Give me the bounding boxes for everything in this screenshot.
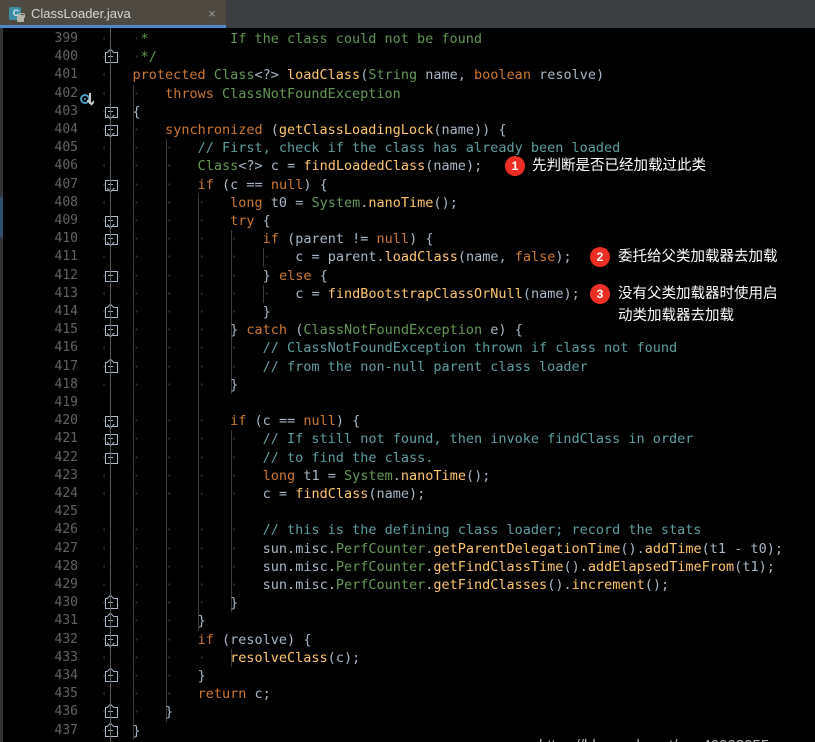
line-number: 423 bbox=[54, 467, 78, 483]
editor-tab-classloader[interactable]: C ClassLoader.java × bbox=[0, 0, 226, 28]
code-line[interactable]: · · · return c; bbox=[100, 685, 271, 703]
code-line[interactable]: · · · · long t0 = System.nanoTime(); bbox=[100, 194, 458, 212]
line-number: 414 bbox=[54, 304, 78, 319]
editor-gutter[interactable]: 399 400 401 402 403 404 405 406 407 408 409 410 411 4… bbox=[0, 28, 118, 742]
line-number: 411 bbox=[54, 249, 78, 265]
line-number: 419 bbox=[54, 395, 78, 410]
lock-badge-icon bbox=[17, 12, 25, 22]
code-line[interactable]: · ·* If the class could not be found bbox=[100, 30, 482, 48]
code-editor[interactable]: 399 400 401 402 403 404 405 406 407 408 409 410 411 4… bbox=[0, 28, 815, 742]
line-number: 416 bbox=[54, 340, 78, 356]
line-number: 408 bbox=[54, 194, 78, 210]
line-number: 420 bbox=[54, 413, 78, 429]
line-number: 402 bbox=[54, 85, 78, 101]
code-line[interactable]: · · · if (c == null) { bbox=[100, 176, 328, 194]
code-line[interactable]: · · · · · } else { bbox=[100, 267, 328, 285]
line-number: 425 bbox=[54, 504, 78, 520]
annotation-text-1: 先判断是否已经加载过此类 bbox=[532, 158, 706, 175]
code-line[interactable]: · · · · if (c == null) { bbox=[100, 412, 360, 430]
editor-tab-label: ClassLoader.java bbox=[31, 6, 131, 21]
line-number: 413 bbox=[54, 285, 78, 301]
code-line[interactable]: · · · } bbox=[100, 612, 206, 630]
code-line[interactable]: · · · } bbox=[100, 667, 206, 685]
line-number: 417 bbox=[54, 358, 78, 374]
line-number: 404 bbox=[54, 122, 78, 137]
line-number: 421 bbox=[54, 431, 78, 447]
code-line[interactable]: · · · · · sun.misc.PerfCounter.getFindCl… bbox=[100, 576, 669, 594]
code-line[interactable]: · { bbox=[100, 103, 141, 121]
annotation-text-2: 委托给父类加载器去加载 bbox=[618, 249, 778, 266]
line-number: 406 bbox=[54, 158, 78, 174]
code-line[interactable]: · ·*/ bbox=[100, 48, 157, 66]
code-line[interactable]: · · · · · c = findClass(name); bbox=[100, 485, 425, 503]
line-number: 403 bbox=[54, 103, 78, 119]
annotation-text-3: 没有父类加载器时使用启 动类加载器去加载 bbox=[618, 285, 778, 324]
watermark: https://blog.csdn.net/qq_40093255 bbox=[539, 736, 769, 742]
code-line[interactable]: · · · · · long t1 = System.nanoTime(); bbox=[100, 467, 490, 485]
line-number: 424 bbox=[54, 486, 78, 501]
gutter-change-marker bbox=[0, 197, 3, 237]
line-number: 415 bbox=[54, 322, 78, 338]
annotation-badge-3: 3 bbox=[590, 283, 610, 304]
code-line[interactable]: · } bbox=[100, 722, 141, 740]
code-line[interactable]: · · · · · if (parent != null) { bbox=[100, 230, 433, 248]
line-number: 418 bbox=[54, 376, 78, 392]
annotation-badge-2: 2 bbox=[590, 247, 610, 268]
line-number: 399 bbox=[54, 31, 78, 46]
ide-window: C ClassLoader.java × 399 400 401 402 403 404 4… bbox=[0, 0, 815, 742]
line-number: 432 bbox=[54, 631, 78, 647]
code-line[interactable]: · · · · } bbox=[100, 376, 238, 394]
code-line[interactable]: · · · · · · c = parent.loadClass(name, f… bbox=[100, 248, 572, 266]
editor-tab-bar: C ClassLoader.java × bbox=[0, 0, 815, 28]
line-number: 427 bbox=[54, 540, 78, 556]
code-line[interactable]: · · · · · // this is the defining class … bbox=[100, 521, 702, 539]
line-number: 434 bbox=[54, 668, 78, 683]
line-number: 436 bbox=[54, 704, 78, 720]
line-number: 431 bbox=[54, 613, 78, 629]
line-number: 428 bbox=[54, 558, 78, 574]
line-number: 426 bbox=[54, 522, 78, 538]
code-line[interactable]: · · · · · · c = findBootstrapClassOrNull… bbox=[100, 285, 580, 303]
code-line[interactable]: · · · if (resolve) { bbox=[100, 631, 311, 649]
code-line[interactable]: · · · · · // ClassNotFoundException thro… bbox=[100, 339, 677, 357]
code-content[interactable]: · ·* If the class could not be found · ·*… bbox=[100, 28, 815, 742]
code-line[interactable]: · · · · } bbox=[100, 594, 238, 612]
close-icon[interactable]: × bbox=[204, 6, 220, 22]
code-line[interactable]: · · synchronized (getClassLoadingLock(na… bbox=[100, 121, 507, 139]
line-number: 407 bbox=[54, 176, 78, 192]
line-number: 429 bbox=[54, 577, 78, 592]
code-line[interactable]: · · · · · // from the non-null parent cl… bbox=[100, 358, 588, 376]
line-number: 412 bbox=[54, 267, 78, 283]
line-number: 437 bbox=[54, 722, 78, 738]
code-line[interactable]: · · · · · sun.misc.PerfCounter.getFindCl… bbox=[100, 558, 775, 576]
line-number: 401 bbox=[54, 67, 78, 83]
code-line[interactable]: · · · · · // to find the class. bbox=[100, 449, 433, 467]
line-number: 433 bbox=[54, 649, 78, 665]
overridden-method-icon[interactable] bbox=[80, 92, 96, 108]
code-line[interactable]: · · · · · // If still not found, then in… bbox=[100, 430, 693, 448]
code-line[interactable]: · protected Class<?> loadClass(String na… bbox=[100, 66, 604, 84]
code-line[interactable]: · · · · · } bbox=[100, 303, 271, 321]
code-line[interactable]: · · · · try { bbox=[100, 212, 271, 230]
code-line[interactable]: · · · Class<?> c = findLoadedClass(name)… bbox=[100, 157, 482, 175]
java-class-icon: C bbox=[8, 6, 25, 22]
line-number: 409 bbox=[54, 213, 78, 228]
code-line[interactable]: · · · · } catch (ClassNotFoundException … bbox=[100, 321, 523, 339]
code-line[interactable]: · · throws ClassNotFoundException bbox=[100, 85, 401, 103]
code-line[interactable]: · · · · · sun.misc.PerfCounter.getParent… bbox=[100, 540, 783, 558]
code-line[interactable]: · · } bbox=[100, 703, 173, 721]
annotation-badge-1: 1 bbox=[505, 156, 525, 177]
line-number: 405 bbox=[54, 140, 78, 156]
code-line[interactable]: · · · · resolveClass(c); bbox=[100, 649, 360, 667]
line-number: 400 bbox=[54, 49, 78, 65]
line-number: 435 bbox=[54, 686, 78, 702]
line-number: 410 bbox=[54, 231, 78, 247]
gutter-divider bbox=[0, 28, 3, 742]
line-number: 422 bbox=[54, 449, 78, 465]
line-number: 430 bbox=[54, 595, 78, 611]
